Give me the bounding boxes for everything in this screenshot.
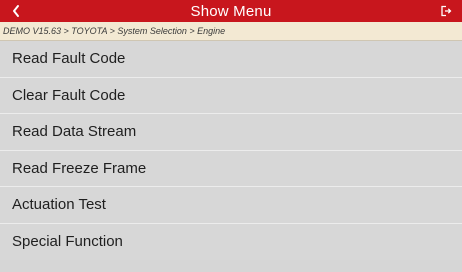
exit-icon [441, 5, 452, 17]
menu-item-read-data-stream[interactable]: Read Data Stream [0, 114, 462, 151]
exit-button[interactable] [436, 0, 456, 22]
chevron-left-icon [13, 5, 19, 17]
back-button[interactable] [6, 0, 26, 22]
function-menu: Read Fault Code Clear Fault Code Read Da… [0, 41, 462, 260]
menu-item-clear-fault-code[interactable]: Clear Fault Code [0, 77, 462, 114]
page-title: Show Menu [190, 2, 272, 20]
title-bar: Show Menu [0, 0, 462, 22]
menu-item-read-fault-code[interactable]: Read Fault Code [0, 41, 462, 78]
breadcrumb: DEMO V15.63 > TOYOTA > System Selection … [0, 22, 462, 41]
menu-item-special-function[interactable]: Special Function [0, 223, 462, 260]
menu-item-actuation-test[interactable]: Actuation Test [0, 187, 462, 224]
menu-item-read-freeze-frame[interactable]: Read Freeze Frame [0, 150, 462, 187]
app-window: Show Menu DEMO V15.63 > TOYOTA > System … [0, 0, 462, 272]
